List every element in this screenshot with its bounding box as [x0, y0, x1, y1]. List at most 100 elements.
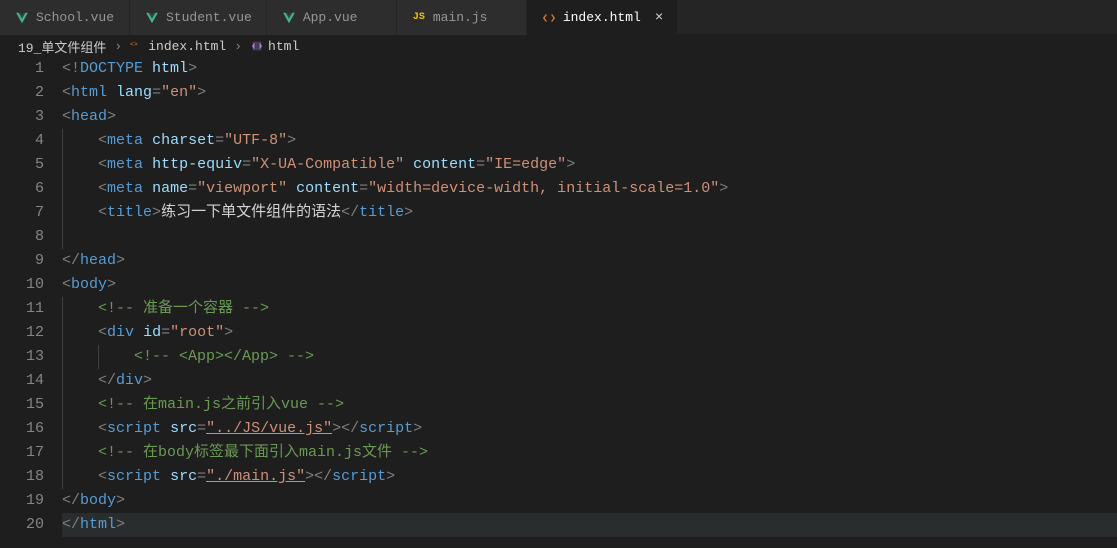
code-line[interactable]: <head> [62, 105, 1117, 129]
token-str: "X-UA-Compatible" [251, 156, 404, 173]
token-tag: div [116, 372, 143, 389]
tab-School-vue[interactable]: School.vue [0, 0, 130, 35]
token-text [62, 324, 98, 341]
token-text [62, 468, 98, 485]
token-punct: </ [341, 204, 359, 221]
token-text [62, 444, 98, 461]
code-editor[interactable]: 1234567891011121314151617181920 <!DOCTYP… [0, 57, 1117, 537]
code-line[interactable]: </head> [62, 249, 1117, 273]
token-tag: body [80, 492, 116, 509]
token-text [143, 156, 152, 173]
tab-Student-vue[interactable]: Student.vue [130, 0, 267, 35]
token-tag: meta [107, 180, 143, 197]
symbol-icon [250, 39, 264, 53]
code-line[interactable]: <div id="root"> [62, 321, 1117, 345]
indent-guide [62, 345, 63, 369]
indent-guide [62, 393, 63, 417]
token-tag: html [71, 84, 107, 101]
code-line[interactable]: <script src="../JS/vue.js"></script> [62, 417, 1117, 441]
token-punct: > [224, 324, 233, 341]
line-number: 4 [0, 129, 44, 153]
token-punct: </ [98, 372, 116, 389]
token-str: "width=device-width, initial-scale=1.0" [368, 180, 719, 197]
code-line[interactable]: <meta charset="UTF-8"> [62, 129, 1117, 153]
token-punct: = [242, 156, 251, 173]
token-tag: head [71, 108, 107, 125]
html-icon [541, 10, 557, 26]
line-number: 15 [0, 393, 44, 417]
line-number: 12 [0, 321, 44, 345]
token-punct: = [188, 180, 197, 197]
token-text [143, 60, 152, 77]
code-line[interactable]: <title>练习一下单文件组件的语法</title> [62, 201, 1117, 225]
indent-guide [62, 129, 63, 153]
code-area[interactable]: <!DOCTYPE html><html lang="en"><head> <m… [62, 57, 1117, 537]
indent-guide [62, 225, 63, 249]
token-punct: > [116, 516, 125, 533]
token-attr: content [296, 180, 359, 197]
token-punct: < [62, 276, 71, 293]
tab-index-html[interactable]: index.html × [527, 0, 678, 35]
line-number: 10 [0, 273, 44, 297]
token-punct: > [188, 60, 197, 77]
token-tag: head [80, 252, 116, 269]
code-line[interactable]: <!-- 在body标签最下面引入main.js文件 --> [62, 441, 1117, 465]
code-line[interactable]: <!DOCTYPE html> [62, 57, 1117, 81]
token-tag: script [359, 420, 413, 437]
code-line[interactable] [62, 225, 1117, 249]
token-text [161, 468, 170, 485]
line-number: 3 [0, 105, 44, 129]
token-tag: script [107, 420, 161, 437]
breadcrumb-symbol[interactable]: html [268, 39, 299, 54]
tab-App-vue[interactable]: App.vue [267, 0, 397, 35]
token-comment: <!-- 在body标签最下面引入main.js文件 --> [98, 444, 428, 461]
line-number: 11 [0, 297, 44, 321]
breadcrumb-folder[interactable]: 19_单文件组件 [18, 37, 106, 56]
token-punct: < [98, 324, 107, 341]
token-tag: title [359, 204, 404, 221]
token-tag: meta [107, 132, 143, 149]
code-line[interactable]: </div> [62, 369, 1117, 393]
code-line[interactable]: <body> [62, 273, 1117, 297]
token-text [404, 156, 413, 173]
token-punct: ></ [332, 420, 359, 437]
token-text [62, 204, 98, 221]
code-line[interactable]: </html> [62, 513, 1117, 537]
indent-guide [62, 297, 63, 321]
line-number: 20 [0, 513, 44, 537]
token-attr: html [152, 60, 188, 77]
token-comment: <!-- <App></App> --> [134, 348, 314, 365]
line-number: 7 [0, 201, 44, 225]
token-text [62, 372, 98, 389]
tab-main-js[interactable]: JSmain.js [397, 0, 527, 35]
token-tag: html [80, 516, 116, 533]
code-line[interactable]: <meta http-equiv="X-UA-Compatible" conte… [62, 153, 1117, 177]
code-line[interactable]: <html lang="en"> [62, 81, 1117, 105]
token-text [287, 180, 296, 197]
code-line[interactable]: <!-- 在main.js之前引入vue --> [62, 393, 1117, 417]
close-icon[interactable]: × [647, 10, 663, 26]
token-text [134, 324, 143, 341]
token-text [143, 180, 152, 197]
token-attr: lang [116, 84, 152, 101]
line-number: 8 [0, 225, 44, 249]
indent-guide [62, 177, 63, 201]
code-line[interactable]: </body> [62, 489, 1117, 513]
breadcrumb-file[interactable]: index.html [148, 39, 226, 54]
code-line[interactable]: <!-- 准备一个容器 --> [62, 297, 1117, 321]
token-tag: meta [107, 156, 143, 173]
token-punct: > [116, 492, 125, 509]
code-line[interactable]: <script src="./main.js"></script> [62, 465, 1117, 489]
code-line[interactable]: <!-- <App></App> --> [62, 345, 1117, 369]
token-text [62, 180, 98, 197]
tab-label: index.html [563, 10, 641, 25]
line-number-gutter: 1234567891011121314151617181920 [0, 57, 62, 537]
token-punct: < [62, 84, 71, 101]
line-number: 9 [0, 249, 44, 273]
code-line[interactable]: <meta name="viewport" content="width=dev… [62, 177, 1117, 201]
line-number: 14 [0, 369, 44, 393]
chevron-right-icon: › [114, 39, 122, 54]
token-attr: charset [152, 132, 215, 149]
token-punct: > [287, 132, 296, 149]
token-punct: > [197, 84, 206, 101]
